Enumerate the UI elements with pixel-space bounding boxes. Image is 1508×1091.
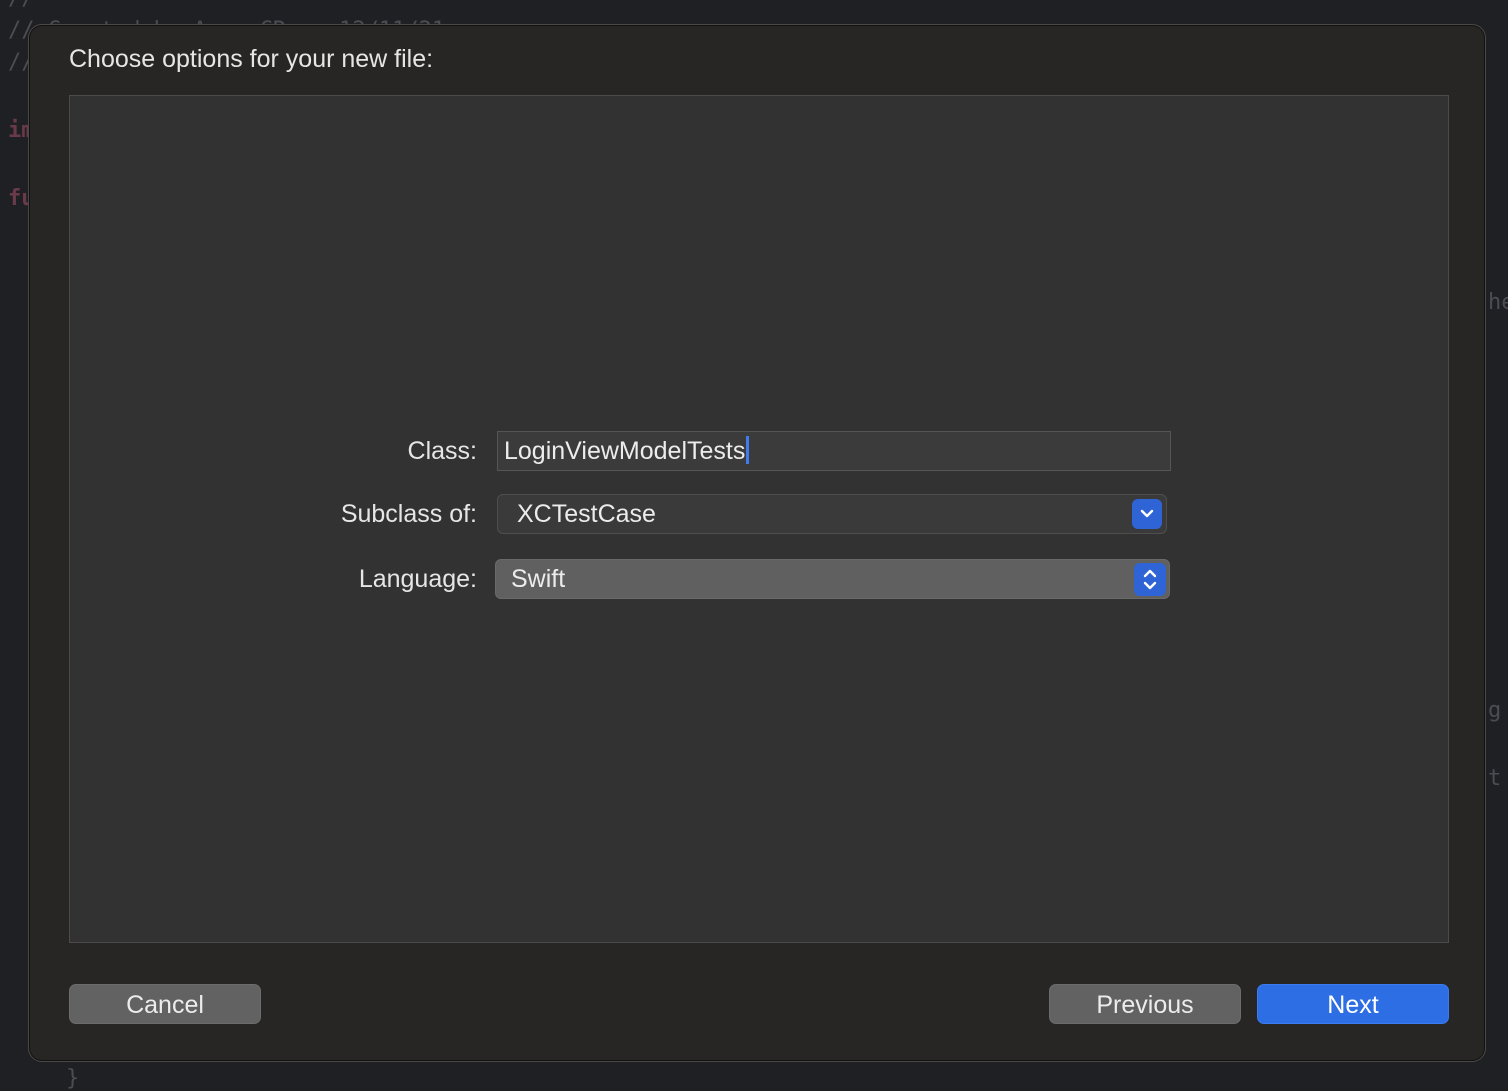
chevron-up-down-icon	[1134, 563, 1166, 596]
subclass-combo-box[interactable]: XCTestCase	[497, 494, 1167, 534]
cancel-button[interactable]: Cancel	[69, 984, 261, 1024]
language-value: Swift	[511, 565, 566, 593]
previous-button[interactable]: Previous	[1049, 984, 1241, 1024]
chevron-down-icon[interactable]	[1132, 499, 1162, 529]
language-label: Language:	[358, 565, 477, 593]
language-popup-button[interactable]: Swift	[495, 559, 1170, 599]
code-line: }	[66, 1066, 80, 1091]
code-line: t	[1488, 766, 1502, 791]
class-label: Class:	[407, 437, 477, 465]
new-file-options-sheet: Choose options for your new file: Class:…	[28, 24, 1486, 1062]
sheet-title: Choose options for your new file:	[69, 45, 434, 73]
code-line: //	[8, 0, 35, 11]
text-caret	[746, 436, 750, 464]
class-name-field[interactable]: LoginViewModelTests	[497, 431, 1171, 471]
code-line: he	[1488, 290, 1508, 315]
class-name-value: LoginViewModelTests	[504, 437, 746, 465]
subclass-label: Subclass of:	[340, 500, 477, 528]
subclass-value: XCTestCase	[517, 500, 656, 528]
code-line: g	[1488, 698, 1502, 723]
next-button[interactable]: Next	[1257, 984, 1449, 1024]
subclass-row: Subclass of: XCTestCase	[70, 494, 1450, 534]
language-row: Language: Swift	[70, 559, 1450, 599]
options-panel: Class: LoginViewModelTests Subclass of: …	[69, 95, 1449, 943]
class-row: Class: LoginViewModelTests	[70, 431, 1450, 471]
